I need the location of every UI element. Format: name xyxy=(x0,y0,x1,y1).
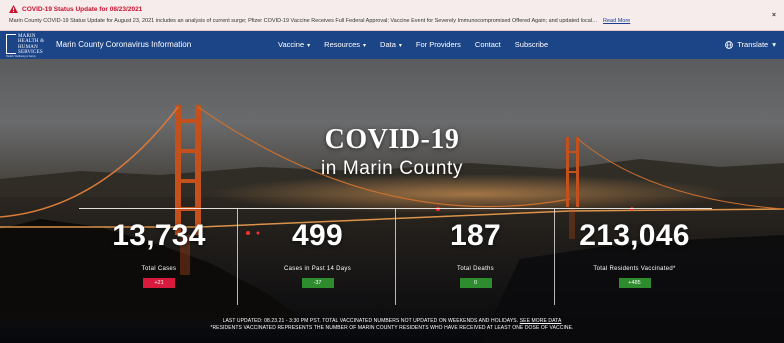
stat-number: 187 xyxy=(450,219,501,252)
chevron-down-icon: ▾ xyxy=(307,43,311,49)
stat-change-badge: +485 xyxy=(618,278,651,288)
nav-item-contact[interactable]: Contact xyxy=(475,40,501,49)
logo[interactable]: MARIN HEALTH & HUMAN SERVICES Health, We… xyxy=(6,33,48,58)
nav-item-label: Vaccine xyxy=(278,40,305,49)
alert-banner: COVID-19 Status Update for 08/23/2021 Ma… xyxy=(0,0,784,31)
hero-title: COVID-19 xyxy=(324,124,460,155)
close-icon[interactable]: × xyxy=(772,12,776,19)
stat-label: Total Cases xyxy=(141,266,177,272)
nav-item-label: Data xyxy=(380,40,396,49)
main-nav: MARIN HEALTH & HUMAN SERVICES Health, We… xyxy=(0,31,784,59)
vaccination-footnote: *RESIDENTS VACCINATED REPRESENTS THE NUM… xyxy=(210,325,574,331)
chevron-down-icon: ▾ xyxy=(772,40,776,49)
stat-total-cases: 13,734 Total Cases +21 xyxy=(79,209,239,305)
logo-mark-icon xyxy=(6,34,16,54)
logo-line: HEALTH & xyxy=(18,39,45,45)
nav-item-resources[interactable]: Resources ▾ xyxy=(324,40,366,49)
stat-number: 213,046 xyxy=(579,219,690,252)
stat-label: Total Deaths xyxy=(457,266,494,272)
last-updated-note: LAST UPDATED: 08.23.21 - 3:30 PM PST. TO… xyxy=(0,318,784,324)
chevron-down-icon: ▾ xyxy=(398,43,402,49)
hero-subtitle: in Marin County xyxy=(320,158,464,179)
nav-menu: Vaccine ▾ Resources ▾ Data ▾ For Providers … xyxy=(278,40,548,49)
site-title[interactable]: Marin County Coronavirus Information xyxy=(56,40,191,49)
translate-label: Translate xyxy=(737,40,769,49)
stat-change-badge: -37 xyxy=(301,278,334,288)
nav-item-data[interactable]: Data ▾ xyxy=(380,40,402,49)
alert-title: COVID-19 Status Update for 08/23/2021 xyxy=(9,5,142,13)
nav-item-for-providers[interactable]: For Providers xyxy=(416,40,461,49)
stat-total-deaths: 187 Total Deaths 0 xyxy=(395,209,555,305)
stat-number: 13,734 xyxy=(112,219,206,252)
stat-label: Total Residents Vaccinated* xyxy=(593,266,676,272)
nav-item-subscribe[interactable]: Subscribe xyxy=(515,40,548,49)
last-updated-text: LAST UPDATED: 08.23.21 - 3:30 PM PST. TO… xyxy=(222,318,519,324)
stat-cases-14-days: 499 Cases in Past 14 Days -37 xyxy=(237,209,397,305)
logo-tagline: Health, Wellbeing & Safety xyxy=(6,55,36,58)
alert-text: Marin County COVID-19 Status Update for … xyxy=(9,18,630,24)
stat-change-badge: 0 xyxy=(459,278,492,288)
nav-item-label: Resources xyxy=(324,40,361,49)
nav-item-vaccine[interactable]: Vaccine ▾ xyxy=(278,40,310,49)
see-more-data-link[interactable]: SEE MORE DATA xyxy=(520,318,562,324)
read-more-link[interactable]: Read More xyxy=(603,18,630,24)
chevron-down-icon: ▾ xyxy=(363,43,367,49)
alert-message: Marin County COVID-19 Status Update for … xyxy=(9,18,598,24)
hero-banner: COVID-19 in Marin County 13,734 Total Ca… xyxy=(0,59,784,343)
stat-change-badge: +21 xyxy=(143,278,175,288)
logo-text: MARIN HEALTH & HUMAN SERVICES xyxy=(18,34,44,55)
stat-number: 499 xyxy=(292,219,343,252)
stat-total-vaccinated: 213,046 Total Residents Vaccinated* +485 xyxy=(554,209,714,305)
translate-button[interactable]: Translate ▾ xyxy=(725,40,776,49)
stat-label: Cases in Past 14 Days xyxy=(284,266,351,272)
alert-title-text: COVID-19 Status Update for 08/23/2021 xyxy=(22,5,143,13)
warning-icon xyxy=(9,5,18,13)
globe-icon xyxy=(725,40,734,49)
